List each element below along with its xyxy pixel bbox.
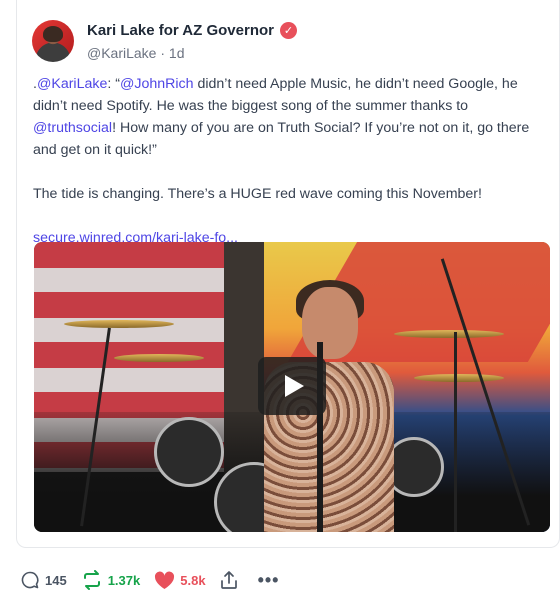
verified-badge-icon: ✓: [280, 22, 297, 39]
post-paragraph-1: .@KariLake: “@JohnRich didn’t need Apple…: [33, 73, 543, 161]
cymbal: [414, 374, 504, 382]
avatar[interactable]: [32, 20, 74, 62]
reply-button[interactable]: 145: [20, 570, 67, 590]
handle[interactable]: @KariLake: [87, 45, 156, 61]
cymbal: [114, 354, 204, 362]
text-segment: : “: [107, 76, 120, 92]
post-actions: 145 1.37k 5.8k •••: [20, 570, 279, 590]
display-name[interactable]: Kari Lake for AZ Governor: [87, 22, 274, 39]
retruth-button[interactable]: 1.37k: [81, 570, 141, 590]
retruth-icon: [83, 570, 100, 590]
mention-karilake[interactable]: @KariLake: [37, 76, 107, 92]
retruth-count: 1.37k: [107, 572, 141, 588]
heart-icon: [155, 571, 175, 589]
meta-separator: ·: [160, 45, 166, 61]
share-icon: [220, 571, 237, 589]
mention-truthsocial[interactable]: @truthsocial: [33, 120, 112, 136]
post-paragraph-2: The tide is changing. There’s a HUGE red…: [33, 186, 482, 202]
mention-johnrich[interactable]: @JohnRich: [120, 76, 194, 92]
like-button[interactable]: 5.8k: [154, 571, 206, 590]
cymbal-stand: [454, 332, 457, 532]
reply-icon: [21, 571, 39, 589]
cymbal: [64, 320, 174, 328]
speaker-head: [302, 287, 358, 359]
reply-count: 145: [45, 572, 67, 588]
share-button[interactable]: [220, 570, 238, 590]
cymbal: [394, 330, 504, 338]
play-button[interactable]: [258, 357, 326, 415]
play-icon: [284, 375, 304, 397]
author-meta: @KariLake · 1d: [87, 45, 185, 61]
author-name-row: Kari Lake for AZ Governor ✓: [87, 22, 297, 39]
post-age[interactable]: 1d: [169, 45, 185, 61]
drum: [154, 417, 224, 487]
avatar-hair: [43, 26, 63, 42]
like-count: 5.8k: [180, 572, 206, 588]
more-options-icon[interactable]: •••: [258, 570, 280, 591]
